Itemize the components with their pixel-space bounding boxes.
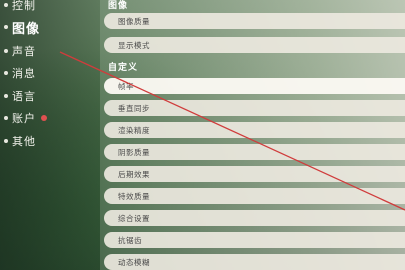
annotation-arrow-line [59,51,405,211]
annotation-line [59,51,405,211]
